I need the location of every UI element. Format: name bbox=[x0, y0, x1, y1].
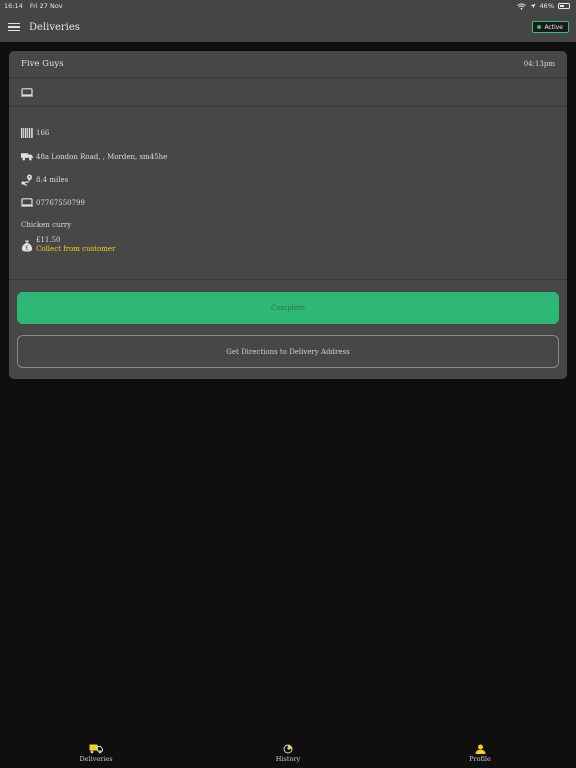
status-badge-label: Active bbox=[544, 23, 563, 31]
tab-profile[interactable]: Profile bbox=[440, 744, 520, 763]
person-icon bbox=[473, 744, 487, 754]
status-badge[interactable]: Active bbox=[532, 21, 569, 33]
device-icon bbox=[21, 198, 33, 208]
app-header: Deliveries Active bbox=[0, 12, 576, 42]
route-pin-icon bbox=[21, 174, 33, 186]
clock-icon bbox=[281, 744, 295, 754]
order-number: 166 bbox=[36, 128, 50, 137]
payment-note: Collect from customer bbox=[36, 245, 116, 253]
barcode-icon bbox=[21, 127, 33, 138]
tab-history-label: History bbox=[275, 755, 301, 763]
bottom-tab-bar: Deliveries History Profile bbox=[0, 736, 576, 768]
status-right: 46% bbox=[516, 2, 570, 10]
restaurant-name: Five Guys bbox=[21, 59, 64, 69]
battery-percent: 46% bbox=[539, 2, 554, 10]
status-time: 16:14 bbox=[4, 2, 23, 10]
tab-deliveries-label: Deliveries bbox=[79, 755, 113, 763]
tab-deliveries[interactable]: Deliveries bbox=[56, 744, 136, 763]
menu-icon[interactable] bbox=[8, 22, 20, 32]
card-header: Five Guys 04:13pm bbox=[9, 51, 567, 78]
order-time: 04:13pm bbox=[523, 60, 555, 68]
tab-profile-label: Profile bbox=[469, 755, 491, 763]
order-items: Chicken curry bbox=[21, 221, 72, 229]
truck-icon bbox=[89, 744, 103, 754]
page-title: Deliveries bbox=[29, 21, 80, 33]
order-number-row: 166 bbox=[21, 127, 555, 138]
money-bag-icon: £ bbox=[21, 237, 33, 252]
order-details: 166 48a London Road, , Morden, sm45he 8.… bbox=[9, 107, 567, 280]
location-arrow-icon bbox=[530, 3, 536, 9]
svg-text:£: £ bbox=[25, 246, 28, 252]
battery-icon bbox=[558, 3, 570, 9]
complete-button[interactable]: Complete bbox=[17, 292, 559, 324]
delivery-distance: 8.4 miles bbox=[36, 175, 69, 184]
get-directions-button[interactable]: Get Directions to Delivery Address bbox=[17, 335, 559, 368]
payment-row: £ £11.50 Collect from customer bbox=[21, 236, 555, 254]
card-subheader bbox=[9, 78, 567, 107]
status-left: 16:14 Fri 27 Nov bbox=[4, 2, 68, 10]
wifi-icon bbox=[516, 3, 526, 10]
tab-history[interactable]: History bbox=[248, 744, 328, 763]
distance-row: 8.4 miles bbox=[21, 174, 555, 186]
payment-details: £11.50 Collect from customer bbox=[36, 236, 115, 254]
order-amount: £11.50 bbox=[36, 236, 61, 244]
device-icon[interactable] bbox=[21, 87, 33, 97]
delivery-address: 48a London Road, , Morden, sm45he bbox=[36, 152, 168, 161]
status-date: Fri 27 Nov bbox=[29, 2, 63, 10]
customer-phone[interactable]: 07767550799 bbox=[36, 199, 85, 207]
address-row: 48a London Road, , Morden, sm45he bbox=[21, 151, 555, 162]
status-bar: 16:14 Fri 27 Nov 46% bbox=[0, 0, 576, 12]
truck-icon bbox=[21, 152, 33, 162]
active-dot-icon bbox=[537, 25, 542, 29]
delivery-card: Five Guys 04:13pm 166 48a London Road, ,… bbox=[9, 51, 567, 379]
phone-row[interactable]: 07767550799 bbox=[21, 197, 555, 208]
